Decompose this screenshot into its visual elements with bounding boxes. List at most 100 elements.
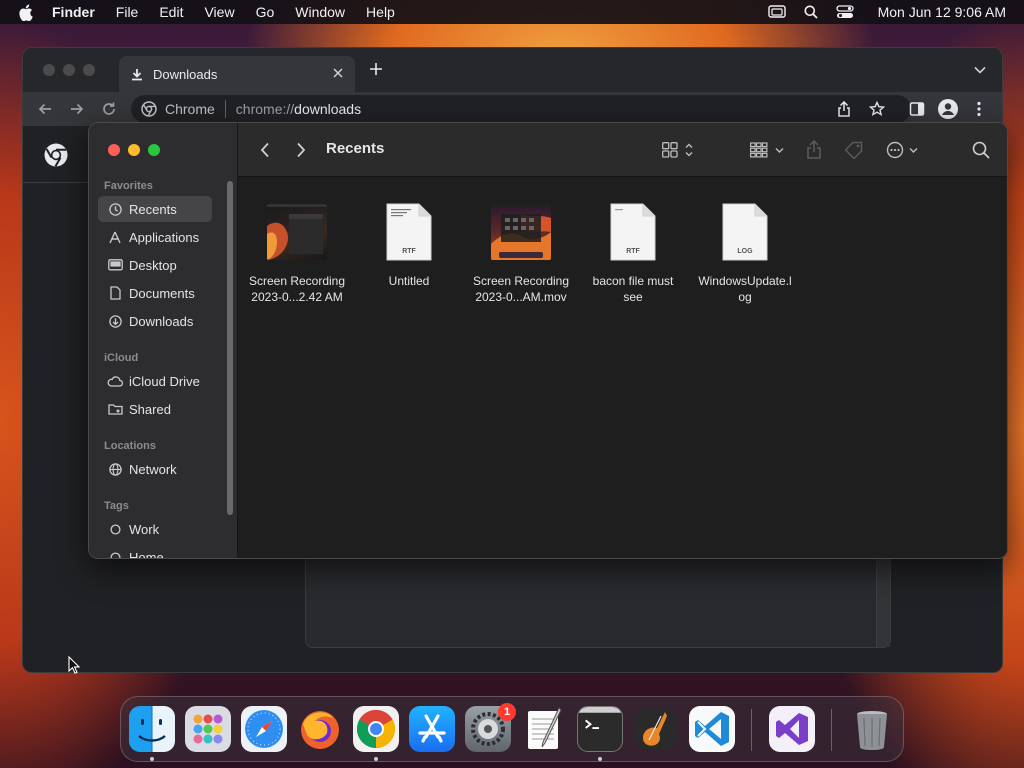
forward-icon[interactable] bbox=[69, 101, 85, 117]
finder-window: Favorites Recents Applications Desktop D… bbox=[88, 122, 1008, 559]
dock-terminal-icon[interactable] bbox=[577, 706, 623, 752]
sidebar-item-tag-work[interactable]: Work bbox=[98, 516, 212, 542]
dock-garageband-icon[interactable] bbox=[633, 706, 679, 752]
new-tab-icon[interactable] bbox=[369, 62, 383, 76]
sidebar-item-tag-home[interactable]: Home bbox=[98, 544, 212, 559]
menu-edit[interactable]: Edit bbox=[159, 4, 183, 20]
dock-visual-studio-icon[interactable] bbox=[769, 706, 815, 752]
dock-chrome-icon[interactable] bbox=[353, 706, 399, 752]
sidebar-scrollbar[interactable] bbox=[227, 181, 233, 515]
chrome-close-button[interactable] bbox=[43, 64, 55, 76]
finder-zoom-button[interactable] bbox=[148, 144, 160, 156]
screen-mirroring-icon[interactable] bbox=[767, 5, 786, 19]
file-name-line2: og bbox=[738, 290, 752, 304]
chrome-toolbar: Chrome chrome://downloads bbox=[23, 92, 1002, 126]
reload-icon[interactable] bbox=[101, 101, 117, 117]
url-host: downloads bbox=[294, 101, 362, 117]
globe-icon bbox=[107, 462, 123, 476]
finder-forward-icon[interactable] bbox=[296, 142, 306, 158]
dock-safari-icon[interactable] bbox=[241, 706, 287, 752]
tab-downloads[interactable]: Downloads bbox=[119, 56, 355, 92]
apple-logo-icon[interactable] bbox=[18, 4, 36, 21]
sidebar-item-network[interactable]: Network bbox=[98, 456, 212, 482]
menu-help[interactable]: Help bbox=[366, 4, 395, 20]
address-bar[interactable]: Chrome chrome://downloads bbox=[131, 95, 911, 123]
menu-bar: Finder File Edit View Go Window Help Mon… bbox=[0, 0, 1024, 24]
finder-toolbar: Recents bbox=[238, 123, 1007, 177]
finder-title: Recents bbox=[326, 140, 385, 157]
dock-running-indicator bbox=[374, 757, 378, 761]
sidebar-item-documents[interactable]: Documents bbox=[98, 280, 212, 306]
action-menu-icon[interactable] bbox=[886, 141, 922, 159]
dock-vscode-icon[interactable] bbox=[689, 706, 735, 752]
file-extension-label: RTF bbox=[626, 248, 640, 255]
file-item-windowsupdate-log[interactable]: LOG WindowsUpdate.l og bbox=[689, 201, 801, 305]
bookmark-star-icon[interactable] bbox=[869, 101, 885, 117]
sidebar-section-tags: Tags bbox=[104, 500, 129, 512]
share-icon[interactable] bbox=[837, 101, 851, 117]
sidebar-item-label: Shared bbox=[129, 401, 171, 417]
downloads-scrollbar[interactable] bbox=[876, 556, 890, 647]
sidebar-item-label: Applications bbox=[129, 229, 200, 245]
sidebar-item-applications[interactable]: Applications bbox=[98, 224, 212, 250]
finder-back-icon[interactable] bbox=[260, 142, 270, 158]
dock-trash-icon[interactable] bbox=[849, 706, 895, 752]
menu-view[interactable]: View bbox=[204, 4, 234, 20]
close-tab-icon[interactable] bbox=[331, 66, 345, 80]
sidebar-item-label: Home bbox=[129, 549, 164, 559]
sidebar-item-label: Documents bbox=[129, 285, 195, 301]
file-name-line2: 2023-0...AM.mov bbox=[475, 290, 567, 304]
desktop-icon bbox=[107, 259, 123, 271]
spotlight-search-icon[interactable] bbox=[804, 5, 818, 19]
sidebar-item-desktop[interactable]: Desktop bbox=[98, 252, 212, 278]
file-name-line1: Screen Recording bbox=[472, 274, 570, 288]
dock-textedit-icon[interactable] bbox=[521, 706, 567, 752]
omnibox-divider bbox=[224, 100, 226, 118]
dock-app-store-icon[interactable] bbox=[409, 706, 455, 752]
sidebar-item-recents[interactable]: Recents bbox=[98, 196, 212, 222]
finder-close-button[interactable] bbox=[108, 144, 120, 156]
file-item-screen-recording-2[interactable]: Screen Recording 2023-0...AM.mov bbox=[465, 201, 577, 305]
finder-sidebar: Favorites Recents Applications Desktop D… bbox=[89, 123, 238, 558]
chrome-zoom-button[interactable] bbox=[83, 64, 95, 76]
download-icon bbox=[131, 68, 143, 81]
chrome-minimize-button[interactable] bbox=[63, 64, 75, 76]
sidebar-item-downloads[interactable]: Downloads bbox=[98, 308, 212, 334]
site-chip-label: Chrome bbox=[165, 101, 215, 117]
menu-app-finder[interactable]: Finder bbox=[52, 4, 95, 20]
finder-minimize-button[interactable] bbox=[128, 144, 140, 156]
dock-running-indicator bbox=[598, 757, 602, 761]
icon-view-icon[interactable] bbox=[662, 142, 694, 158]
tag-circle-icon bbox=[107, 523, 123, 535]
finder-search-icon[interactable] bbox=[972, 141, 990, 159]
more-menu-icon[interactable] bbox=[977, 101, 981, 117]
profile-avatar-icon[interactable] bbox=[937, 98, 959, 120]
side-panel-icon[interactable] bbox=[909, 101, 925, 117]
dock-launchpad-icon[interactable] bbox=[185, 706, 231, 752]
file-item-screen-recording-1[interactable]: Screen Recording 2023-0...2.42 AM bbox=[241, 201, 353, 305]
file-name-line2: see bbox=[623, 290, 643, 304]
dock-firefox-icon[interactable] bbox=[297, 706, 343, 752]
menu-window[interactable]: Window bbox=[295, 4, 345, 20]
file-item-bacon-file[interactable]: RTF bacon file must see bbox=[577, 201, 689, 305]
control-center-icon[interactable] bbox=[835, 5, 854, 19]
back-icon[interactable] bbox=[37, 101, 53, 117]
log-document-icon: LOG bbox=[722, 203, 768, 261]
tag-icon[interactable] bbox=[844, 141, 864, 159]
menu-clock[interactable]: Mon Jun 12 9:06 AM bbox=[878, 4, 1006, 20]
file-item-untitled[interactable]: RTF Untitled bbox=[353, 201, 465, 289]
file-name-line1: Screen Recording bbox=[248, 274, 346, 288]
group-by-icon[interactable] bbox=[750, 142, 786, 158]
menu-file[interactable]: File bbox=[116, 4, 139, 20]
sidebar-item-icloud-drive[interactable]: iCloud Drive bbox=[98, 368, 212, 394]
sidebar-item-shared[interactable]: Shared bbox=[98, 396, 212, 422]
sidebar-section-favorites: Favorites bbox=[104, 180, 153, 192]
chevron-down-icon[interactable] bbox=[974, 66, 986, 74]
notification-badge: 1 bbox=[498, 703, 516, 721]
dock-finder-icon[interactable] bbox=[129, 706, 175, 752]
dock-separator bbox=[831, 709, 832, 751]
sidebar-item-label: Network bbox=[129, 461, 177, 477]
page-divider bbox=[23, 182, 89, 183]
menu-go[interactable]: Go bbox=[256, 4, 275, 20]
finder-share-icon[interactable] bbox=[806, 140, 822, 159]
